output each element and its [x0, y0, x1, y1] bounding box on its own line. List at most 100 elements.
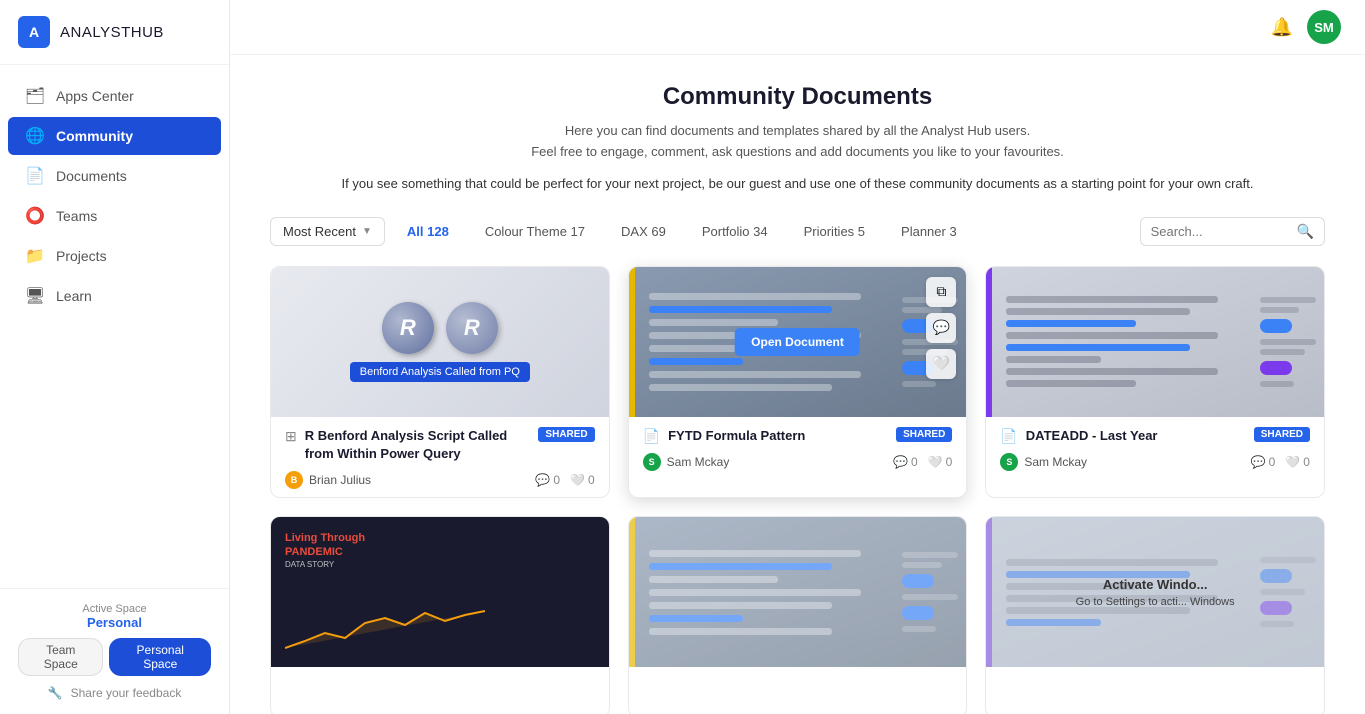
- card-dateadd2[interactable]: Activate Windo... Go to Settings to acti…: [985, 516, 1325, 714]
- search-box: 🔍: [1140, 217, 1325, 246]
- card-thumbnail: Activate Windo... Go to Settings to acti…: [986, 517, 1324, 667]
- card-title: R Benford Analysis Script Called from Wi…: [305, 427, 531, 463]
- filter-tab-all[interactable]: All 128: [393, 218, 463, 245]
- doc-line: [649, 293, 861, 300]
- doc-line: [649, 602, 833, 609]
- card-author-row: B Brian Julius 💬 0 🤍 0: [285, 471, 595, 489]
- doc-icon: 📄: [1000, 428, 1017, 445]
- search-input[interactable]: [1151, 224, 1291, 239]
- like-count: 0: [588, 473, 595, 487]
- card-doc2[interactable]: [628, 516, 968, 714]
- sidebar-item-learn[interactable]: 🖥 Learn: [8, 277, 221, 315]
- doc-line: [649, 384, 833, 391]
- sidebar-item-community[interactable]: 🌐 Community: [8, 117, 221, 155]
- open-document-button[interactable]: Open Document: [735, 328, 860, 356]
- card-thumbnail: Living ThroughPANDEMIC DATA STORY: [271, 517, 609, 667]
- doc-page-line: [1260, 307, 1299, 313]
- card-meta: ⊞ R Benford Analysis Script Called from …: [271, 417, 609, 497]
- like-count: 0: [1303, 455, 1310, 469]
- activate-windows-overlay: Activate Windo... Go to Settings to acti…: [986, 517, 1324, 667]
- learn-icon: 🖥: [26, 287, 44, 305]
- sidebar-item-label: Learn: [56, 288, 92, 304]
- projects-icon: 📁: [26, 247, 44, 265]
- r-logo-1: R: [382, 302, 434, 354]
- card-meta-top: 📄 FYTD Formula Pattern SHARED: [643, 427, 953, 445]
- sidebar-item-projects[interactable]: 📁 Projects: [8, 237, 221, 275]
- feedback-icon: 🔧: [48, 686, 63, 700]
- pandemic-inner: Living ThroughPANDEMIC DATA STORY: [271, 517, 609, 667]
- top-bar: 🔔 SM: [230, 0, 1365, 55]
- doc-lines: [635, 517, 899, 667]
- card-meta: 📄 FYTD Formula Pattern SHARED S Sam Mcka…: [629, 417, 967, 479]
- card-thumbnail: Open Document ⧉ 💬 🤍: [629, 267, 967, 417]
- team-space-button[interactable]: Team Space: [18, 638, 103, 676]
- card-author: B Brian Julius: [285, 471, 371, 489]
- author-name: Sam Mckay: [667, 455, 730, 469]
- feedback-link[interactable]: 🔧 Share your feedback: [18, 686, 211, 700]
- doc-toggle: [1260, 319, 1292, 333]
- personal-space-button[interactable]: Personal Space: [109, 638, 211, 676]
- author-name: Sam Mckay: [1024, 455, 1087, 469]
- card-actions: ⧉ 💬 🤍: [926, 277, 956, 379]
- activate-desc: Go to Settings to acti... Windows: [1076, 596, 1235, 608]
- doc-page-line: [1260, 349, 1305, 355]
- comment-button[interactable]: 💬: [926, 313, 956, 343]
- copy-button[interactable]: ⧉: [926, 277, 956, 307]
- doc-page-line: [902, 626, 936, 632]
- doc-page-line: [1260, 381, 1294, 387]
- card-name-area: 📄 DATEADD - Last Year: [1000, 427, 1245, 445]
- r-logo-2: R: [446, 302, 498, 354]
- shared-badge: SHARED: [896, 427, 952, 442]
- author-avatar: S: [1000, 453, 1018, 471]
- doc-line: [1006, 368, 1218, 375]
- card-meta-top: ⊞ R Benford Analysis Script Called from …: [285, 427, 595, 463]
- shared-badge: SHARED: [538, 427, 594, 442]
- logo-text: ANALYSTHUB: [60, 24, 164, 41]
- card-pandemic[interactable]: Living ThroughPANDEMIC DATA STORY: [270, 516, 610, 714]
- comment-stat: 💬 0: [535, 473, 560, 487]
- doc-line: [649, 371, 861, 378]
- doc-line: [1006, 320, 1136, 327]
- filter-tab-dax[interactable]: DAX 69: [607, 218, 680, 245]
- doc-page-line: [902, 594, 958, 600]
- cards-grid: R R Benford Analysis Called from PQ ⊞ R …: [270, 266, 1325, 714]
- card-author: S Sam Mckay: [643, 453, 730, 471]
- card-dateadd[interactable]: 📄 DATEADD - Last Year SHARED S Sam Mckay: [985, 266, 1325, 498]
- sidebar-item-apps-center[interactable]: 🗂 Apps Center: [8, 77, 221, 115]
- avatar[interactable]: SM: [1307, 10, 1341, 44]
- card-r-benford[interactable]: R R Benford Analysis Called from PQ ⊞ R …: [270, 266, 610, 498]
- doc-icon: 📄: [643, 428, 660, 445]
- sidebar-item-teams[interactable]: ⭕ Teams: [8, 197, 221, 235]
- r-logos: R R: [382, 302, 498, 354]
- page-body: Community Documents Here you can find do…: [230, 55, 1365, 714]
- pandemic-subtitle: DATA STORY: [285, 560, 595, 569]
- sidebar-item-label: Community: [56, 128, 133, 144]
- pandemic-title: Living ThroughPANDEMIC: [285, 531, 595, 560]
- doc-line: [1006, 296, 1218, 303]
- notification-bell-icon[interactable]: 🔔: [1271, 17, 1293, 38]
- grid-icon: ⊞: [285, 428, 297, 445]
- page-note: If you see something that could be perfe…: [270, 173, 1325, 195]
- card-title: FYTD Formula Pattern: [668, 427, 805, 445]
- sort-dropdown[interactable]: Most Recent ▼: [270, 217, 385, 246]
- comment-icon: 💬: [535, 473, 550, 487]
- filter-tab-portfolio[interactable]: Portfolio 34: [688, 218, 782, 245]
- filter-tab-priorities[interactable]: Priorities 5: [790, 218, 879, 245]
- like-stat: 🤍 0: [1285, 455, 1310, 469]
- page-title: Community Documents: [270, 83, 1325, 111]
- card-fytd[interactable]: Open Document ⧉ 💬 🤍 📄 FYTD Formula Patte…: [628, 266, 968, 498]
- sidebar-footer: Active Space Personal Team Space Persona…: [0, 588, 229, 714]
- card-stats: 💬 0 🤍 0: [1251, 455, 1310, 469]
- active-space-name: Personal: [18, 615, 211, 630]
- favorite-button[interactable]: 🤍: [926, 349, 956, 379]
- logo-icon: A: [18, 16, 50, 48]
- comment-count: 0: [553, 473, 560, 487]
- filter-tab-colour[interactable]: Colour Theme 17: [471, 218, 599, 245]
- card-meta: [986, 667, 1324, 714]
- doc-line: [649, 576, 779, 583]
- heart-icon: 🤍: [570, 473, 585, 487]
- shared-badge: SHARED: [1254, 427, 1310, 442]
- sidebar-item-documents[interactable]: 📄 Documents: [8, 157, 221, 195]
- search-icon: 🔍: [1297, 223, 1314, 240]
- filter-tab-planner[interactable]: Planner 3: [887, 218, 971, 245]
